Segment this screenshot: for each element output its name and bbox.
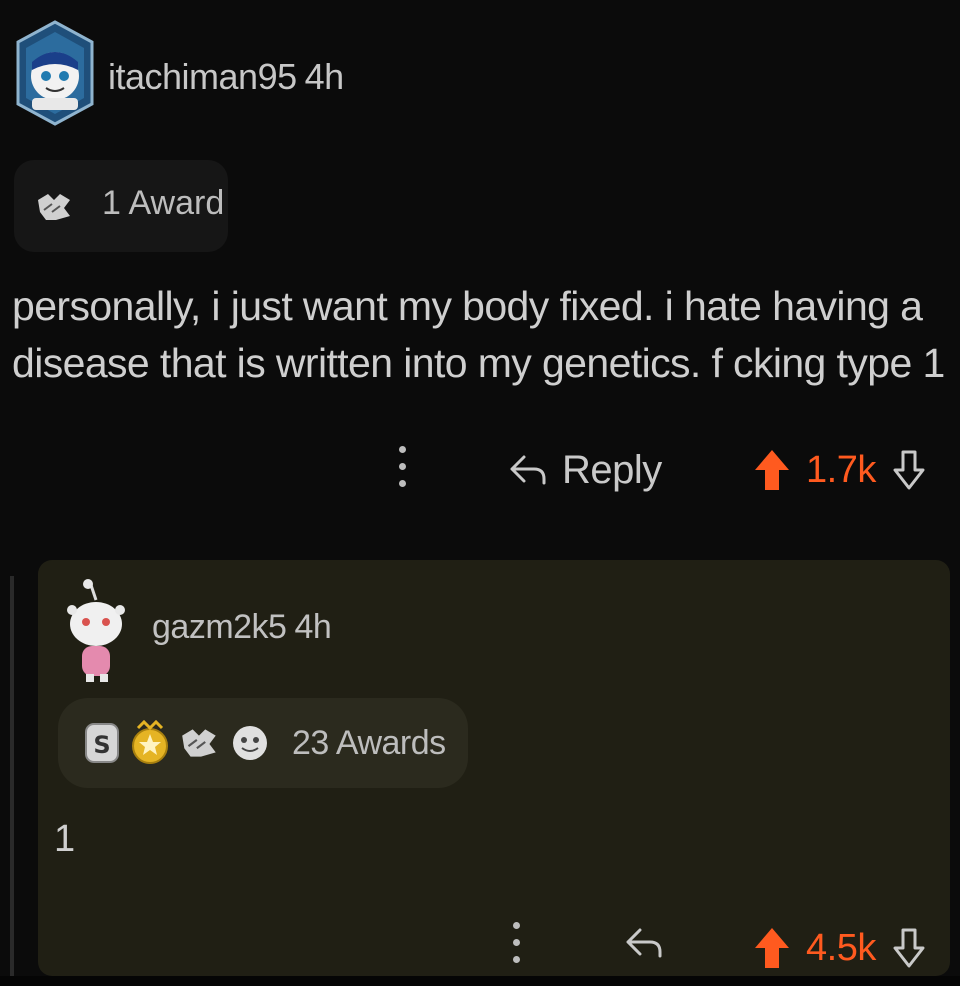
award-icons: S: [82, 720, 270, 766]
username[interactable]: gazm2k5: [152, 608, 287, 646]
upvote-arrow-icon[interactable]: [752, 925, 792, 971]
reply-button[interactable]: Reply: [508, 440, 662, 500]
downvote-arrow-icon[interactable]: [892, 449, 926, 491]
reply-body: 1: [54, 818, 76, 860]
reply-arrow-icon: [626, 928, 662, 958]
snoo-avatar-icon: [67, 579, 125, 682]
avatar[interactable]: [66, 576, 128, 686]
helpful-hand-award-icon: [182, 729, 216, 757]
reply-actions: 4.5k: [0, 918, 960, 978]
vote-controls: 4.5k: [752, 918, 926, 978]
vote-score: 4.5k: [806, 926, 876, 969]
vote-controls: 1.7k: [752, 440, 926, 500]
timestamp: 4h: [294, 608, 332, 646]
svg-text:S: S: [93, 731, 110, 759]
thread-line[interactable]: [10, 576, 14, 976]
comment-body: personally, i just want my body fixed. i…: [12, 283, 945, 386]
reply-label: Reply: [562, 447, 662, 492]
award-count: 23 Awards: [292, 724, 446, 762]
award-badge[interactable]: 1 Award: [14, 160, 228, 252]
username[interactable]: itachiman95: [108, 56, 297, 97]
avatar[interactable]: [12, 18, 98, 128]
award-badge[interactable]: S 23 Awards: [58, 698, 468, 788]
award-count: 1 Award: [102, 184, 225, 222]
more-options-icon[interactable]: [399, 446, 407, 496]
reply-arrow-icon: [510, 455, 546, 485]
vote-score: 1.7k: [806, 448, 876, 491]
timestamp: 4h: [304, 56, 345, 97]
comment-header: itachiman95 4h: [108, 56, 344, 98]
screen-edge: [0, 976, 960, 986]
silver-award-icon: S: [85, 723, 119, 763]
comment-itachiman95: itachiman95 4h 1 Award personally, i just…: [0, 0, 960, 560]
wholesome-award-icon: [233, 726, 267, 760]
snoo-avatar-icon: [16, 20, 94, 126]
more-options-icon[interactable]: [513, 922, 521, 972]
upvote-arrow-icon[interactable]: [752, 447, 792, 493]
comment-actions: Reply 1.7k: [0, 440, 960, 504]
reply-header: gazm2k5 4h: [152, 608, 332, 647]
helpful-hand-award-icon: [38, 194, 70, 220]
reply-button[interactable]: [624, 926, 664, 965]
gold-award-icon: [132, 720, 168, 764]
downvote-arrow-icon[interactable]: [892, 927, 926, 969]
